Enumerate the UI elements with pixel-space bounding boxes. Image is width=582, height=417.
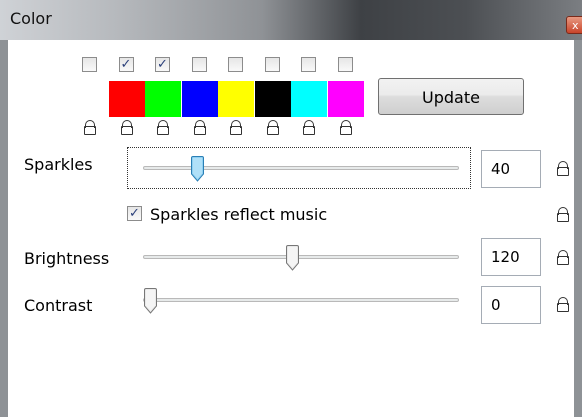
brightness-lock-icon[interactable] bbox=[557, 250, 569, 265]
contrast-value-field[interactable]: 0 bbox=[481, 286, 541, 324]
palette-checkbox-3[interactable]: ✓ bbox=[155, 57, 170, 72]
palette-swatch-7[interactable] bbox=[291, 81, 327, 117]
palette-checkbox-7[interactable] bbox=[301, 57, 316, 72]
palette-swatch-5[interactable] bbox=[218, 81, 254, 117]
sparkles-slider-thumb[interactable] bbox=[190, 156, 205, 182]
contrast-slider-track[interactable] bbox=[143, 298, 459, 302]
palette-lock-icon-6[interactable] bbox=[266, 120, 279, 135]
palette-lock-icon-2[interactable] bbox=[120, 120, 133, 135]
window-title: Color bbox=[10, 9, 52, 28]
palette-swatch-3[interactable] bbox=[145, 81, 181, 117]
brightness-label: Brightness bbox=[24, 249, 110, 268]
palette-lock-icon-8[interactable] bbox=[339, 120, 352, 135]
palette-swatch-2[interactable] bbox=[108, 81, 145, 117]
palette-swatch-4[interactable] bbox=[181, 81, 218, 117]
palette-checkbox-4[interactable] bbox=[191, 57, 207, 72]
contrast-lock-icon[interactable] bbox=[557, 297, 569, 312]
palette-checkbox-1[interactable] bbox=[82, 57, 97, 72]
brightness-slider-thumb[interactable] bbox=[285, 245, 300, 271]
sparkles-value-field[interactable]: 40 bbox=[481, 150, 541, 188]
brightness-slider-track[interactable] bbox=[143, 255, 459, 259]
palette-checkbox-8[interactable] bbox=[337, 57, 353, 72]
palette-swatch-1[interactable] bbox=[72, 81, 108, 117]
palette-lock-icon-3[interactable] bbox=[157, 120, 169, 135]
sparkles-lock-icon[interactable] bbox=[557, 161, 569, 176]
palette-swatch-8[interactable] bbox=[327, 81, 364, 117]
palette-checkbox-6[interactable] bbox=[264, 57, 280, 72]
palette-lock-icon-5[interactable] bbox=[230, 120, 242, 135]
sparkles-reflect-checkbox[interactable]: ✓ bbox=[127, 206, 142, 221]
update-button[interactable]: Update bbox=[378, 78, 524, 115]
contrast-slider-thumb[interactable] bbox=[143, 288, 158, 314]
close-icon: x bbox=[572, 19, 579, 32]
title-bar[interactable]: Color x bbox=[0, 0, 582, 41]
palette-swatch-6[interactable] bbox=[254, 81, 291, 117]
palette-lock-icon-7[interactable] bbox=[303, 120, 315, 135]
palette-checkbox-2[interactable]: ✓ bbox=[118, 57, 134, 72]
contrast-label: Contrast bbox=[24, 296, 93, 315]
close-button[interactable]: x bbox=[566, 16, 582, 34]
sparkles-label: Sparkles bbox=[24, 155, 93, 174]
palette-lock-icon-1[interactable] bbox=[84, 120, 96, 135]
palette-checkbox-5[interactable] bbox=[228, 57, 243, 72]
palette-lock-icon-4[interactable] bbox=[193, 120, 206, 135]
sparkles-reflect-label: Sparkles reflect music bbox=[150, 205, 328, 224]
sparkles-reflect-lock-icon[interactable] bbox=[557, 207, 569, 222]
brightness-value-field[interactable]: 120 bbox=[481, 238, 541, 276]
